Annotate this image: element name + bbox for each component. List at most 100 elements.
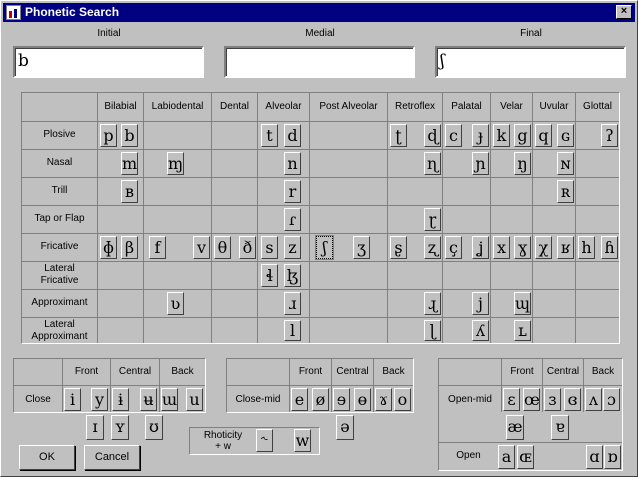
vowel-key[interactable]: ʉ [140,388,157,411]
vowel-key[interactable]: ʊ [145,415,163,440]
ipa-key[interactable]: h [578,236,595,259]
cancel-button[interactable]: Cancel [84,445,140,470]
ipa-key[interactable]: v [193,236,210,259]
ipa-key[interactable]: j [472,292,489,315]
close-button[interactable]: × [616,5,632,19]
final-field[interactable]: ʃ [435,46,626,78]
vowel-key[interactable]: e [291,388,308,411]
vowel-key[interactable]: ø [312,388,329,411]
ipa-key[interactable]: q [535,124,552,147]
vowel-key[interactable]: o [394,388,411,411]
ipa-key[interactable]: m [121,152,138,175]
row-header: Fricative [40,241,79,252]
vowel-key[interactable]: ɯ [161,388,178,411]
ipa-key[interactable]: ʔ [601,124,618,147]
ipa-key[interactable]: ʃ [315,235,334,260]
ipa-key[interactable]: ɴ [557,152,574,175]
w-key[interactable]: w [294,429,311,452]
ipa-key[interactable]: ð [239,236,256,259]
ipa-key[interactable]: d [284,124,301,147]
ipa-key[interactable]: b [121,124,138,147]
initial-field[interactable]: b [13,46,204,78]
vowel-key[interactable]: i [64,388,81,411]
rhoticity-label: Rhoticity [203,430,243,441]
ipa-key[interactable]: r [284,180,301,203]
ipa-key[interactable]: ɱ [167,152,184,175]
vowel-key[interactable]: ɜ [544,388,561,411]
ipa-key[interactable]: ʀ [557,180,574,203]
ipa-key[interactable]: ʟ [514,320,531,341]
vowel-key[interactable]: ə [336,415,354,440]
ipa-key[interactable]: ɣ [514,236,531,259]
ipa-key[interactable]: ɽ [424,208,441,231]
ipa-key[interactable]: ɮ [284,264,301,287]
ipa-key[interactable]: ɳ [424,152,441,175]
ipa-key[interactable]: ɭ [424,320,441,341]
ipa-key[interactable]: ʙ [121,180,138,203]
ipa-key[interactable]: ʐ [424,236,441,259]
ipa-key[interactable]: x [493,236,510,259]
vowel-key[interactable]: ɪ [86,415,104,440]
ipa-key[interactable]: ɲ [472,152,489,175]
ipa-key[interactable]: ɖ [424,124,441,147]
ipa-key[interactable]: ŋ [514,152,531,175]
vowel-key[interactable]: ɶ [517,445,534,469]
ipa-key[interactable]: l [284,320,301,341]
ipa-key[interactable]: ɟ [472,124,489,147]
ipa-key[interactable]: ʋ [167,292,184,315]
vowel-key[interactable]: ɞ [564,388,581,411]
vowel-key[interactable]: ɑ [586,445,603,469]
ipa-key[interactable]: θ [214,236,231,259]
vowel-key[interactable]: ɒ [604,445,621,469]
ipa-key[interactable]: β [121,236,138,259]
vowel-key[interactable]: ɵ [354,388,371,411]
vowel-key[interactable]: ɤ [375,388,392,411]
ipa-key[interactable]: ɸ [100,236,117,259]
vowel-key[interactable]: y [91,388,108,411]
vowel-key[interactable]: ɛ [503,388,520,411]
row-header: Plosive [43,129,76,140]
vowel-key[interactable]: u [186,388,203,411]
ok-button[interactable]: OK [19,445,75,470]
column-header: Dental [220,101,249,112]
ipa-key[interactable]: ç [445,236,462,259]
ipa-key[interactable]: s [261,236,278,259]
grid-line-v [211,93,212,343]
ipa-key[interactable]: t [261,124,278,147]
ipa-key[interactable]: ɢ [557,124,574,147]
vowel-key[interactable]: ʌ [585,388,602,411]
ipa-key[interactable]: ʒ [353,236,370,259]
ipa-key[interactable]: p [100,124,117,147]
ipa-key[interactable]: ʝ [472,236,489,259]
ipa-key[interactable]: ɰ [514,292,531,315]
ipa-key[interactable]: ɹ [284,292,301,315]
ipa-key[interactable]: χ [535,236,552,259]
vowel-key[interactable]: a [498,445,515,469]
ipa-key[interactable]: k [493,124,510,147]
ipa-key[interactable]: n [284,152,301,175]
ipa-key[interactable]: z [284,236,301,259]
ipa-key[interactable]: ʈ [390,124,407,147]
ipa-key[interactable]: g [514,124,531,147]
vowel-key[interactable]: ʏ [111,415,129,440]
vowel-key[interactable]: ɘ [333,388,350,411]
vowel-key[interactable]: œ [523,388,540,411]
ipa-key[interactable]: c [445,124,462,147]
ipa-key[interactable]: f [149,236,166,259]
grid-line-v [309,93,310,343]
ipa-key[interactable]: ɦ [601,236,618,259]
ipa-key[interactable]: ʁ [557,236,574,259]
rhotic-hook-key[interactable]: ˞ [256,429,273,452]
column-header: Post Alveolar [319,101,378,112]
ipa-key[interactable]: ʂ [390,236,407,259]
medial-field[interactable] [224,46,415,78]
ipa-key[interactable]: ɾ [284,208,301,231]
vowel-key[interactable]: ɨ [112,388,129,411]
ipa-key[interactable]: ʎ [472,320,489,341]
ipa-key[interactable]: ɻ [424,292,441,315]
vowel-key[interactable]: ɐ [551,415,569,440]
vowel-key[interactable]: æ [506,415,524,440]
vowel-key[interactable]: ɔ [603,388,620,411]
vowel-column-header: Back [171,366,194,377]
ipa-key[interactable]: ɬ [261,264,278,287]
